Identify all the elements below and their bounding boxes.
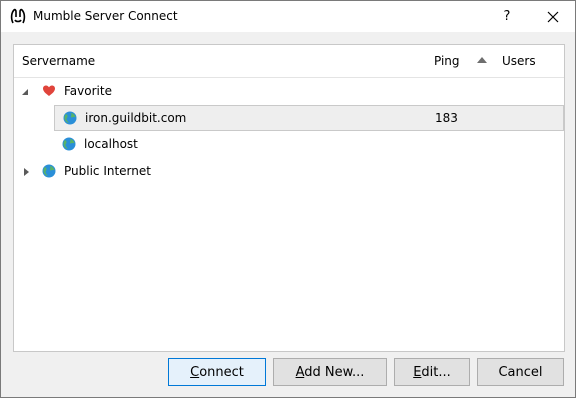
server-row-iron-guildbit[interactable]: iron.guildbit.com 183 [54, 105, 564, 131]
help-button[interactable]: ? [484, 1, 530, 32]
connect-button[interactable]: Connect [168, 358, 266, 386]
server-connect-dialog: Mumble Server Connect ? Servername Ping … [0, 0, 576, 398]
add-new-button[interactable]: Add New... [273, 358, 387, 386]
sort-ascending-icon [477, 57, 487, 63]
tree-item-public-internet[interactable]: Public Internet [14, 159, 564, 185]
cancel-button[interactable]: Cancel [477, 358, 564, 386]
button-label: Cancel [498, 364, 543, 380]
close-icon [547, 11, 559, 22]
close-button[interactable] [530, 1, 576, 32]
column-header-ping[interactable]: Ping [434, 54, 460, 68]
title-bar[interactable]: Mumble Server Connect ? [1, 1, 575, 32]
server-row-localhost[interactable]: localhost [54, 132, 564, 158]
globe-icon [42, 164, 56, 178]
heart-icon [43, 85, 55, 96]
column-header-users[interactable]: Users [502, 54, 536, 68]
server-name: localhost [84, 137, 138, 151]
button-label: Edit... [413, 364, 451, 380]
globe-icon [63, 111, 77, 125]
button-label: Connect [190, 364, 244, 380]
button-label: Add New... [295, 364, 365, 380]
tree-item-label: Favorite [64, 84, 112, 98]
window-title: Mumble Server Connect [33, 9, 178, 23]
server-name: iron.guildbit.com [85, 111, 187, 125]
tree-item-label: Public Internet [64, 164, 151, 178]
expanded-arrow-icon[interactable] [20, 87, 30, 97]
tree-header: Servername Ping Users [14, 45, 564, 78]
server-ping: 183 [435, 111, 458, 125]
tree-item-favorite[interactable]: Favorite [14, 79, 564, 105]
edit-button[interactable]: Edit... [394, 358, 470, 386]
help-label: ? [503, 9, 511, 24]
column-header-servername[interactable]: Servername [22, 54, 95, 68]
mumble-logo-icon [10, 8, 26, 24]
server-tree[interactable]: Servername Ping Users Favorite iron.guil… [13, 44, 565, 352]
globe-icon [62, 137, 76, 151]
collapsed-arrow-icon[interactable] [22, 167, 32, 177]
